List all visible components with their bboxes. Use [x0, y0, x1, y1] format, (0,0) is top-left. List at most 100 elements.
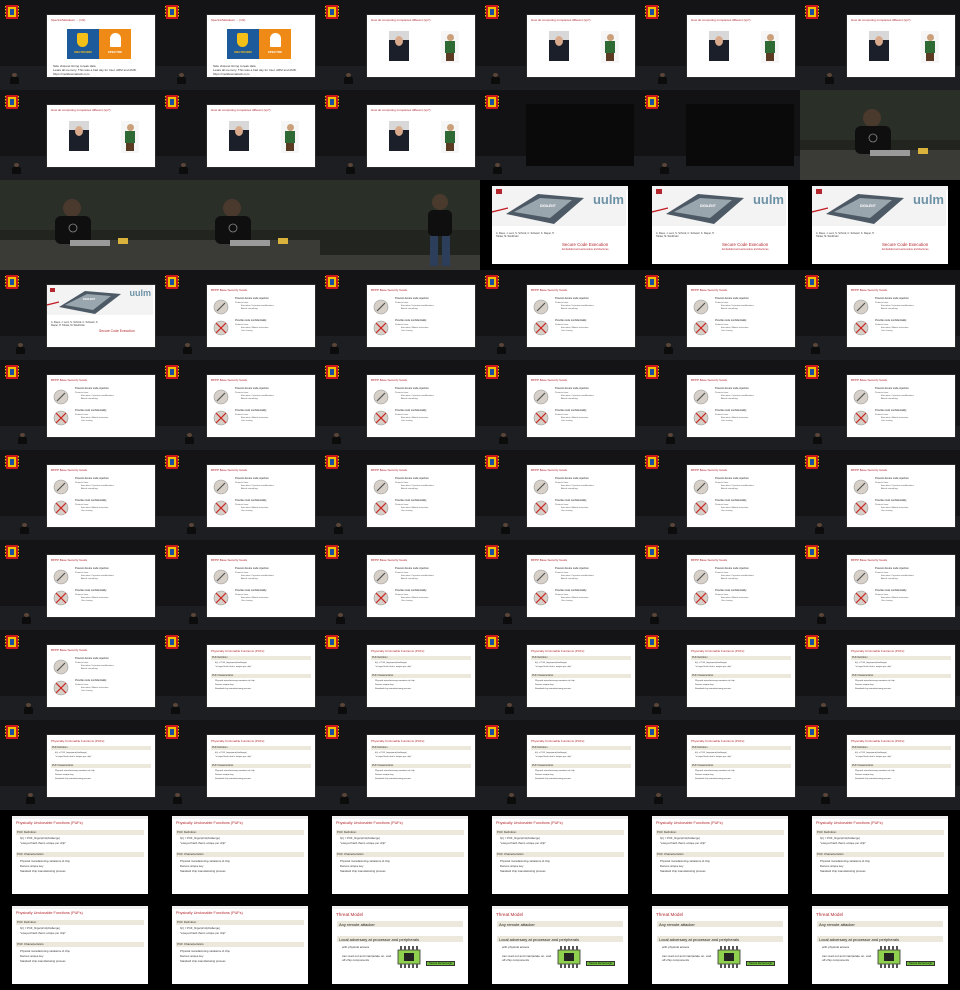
- thumbnail: Physically Unclonable Functions (PUFs) PU…: [160, 720, 320, 810]
- threat-bullet: with physical access: [342, 945, 370, 949]
- section-label: PUF Characteristics: [372, 674, 394, 677]
- section-label: PUF Definition: [372, 656, 388, 659]
- photo-face: [555, 36, 563, 46]
- goal-subpoint: Protects from:: [875, 392, 889, 394]
- section-header: PUF Definition: [816, 829, 944, 835]
- conference-logo-icon: [325, 275, 339, 289]
- puf-bullet: Physical manufacturing variations of chi…: [855, 770, 895, 772]
- section-label: PUF Definition: [532, 656, 548, 659]
- speaker-figure: [330, 343, 339, 354]
- thumbnail: How do computing companies different (sp…: [320, 0, 480, 90]
- conference-logo-icon: [485, 365, 499, 379]
- goal-subpoint: Execution / Injection modifications: [881, 395, 914, 397]
- speaker-body: [332, 437, 341, 444]
- speaker-body: [183, 347, 192, 354]
- goal-point-2: Provide code confidentiality: [235, 499, 267, 502]
- speaker-figure: [654, 793, 663, 804]
- projected-slide: BPPP Base Security Goals Prevent device c…: [46, 554, 156, 618]
- goal-subpoint: Attack something: [561, 578, 578, 580]
- goal-point-1: Prevent device code injection: [875, 387, 909, 390]
- goal-point-2: Provide code confidentiality: [235, 319, 267, 322]
- goal-point-2: Provide code confidentiality: [235, 409, 267, 412]
- goal-icons: [53, 479, 69, 516]
- speaker-body: [493, 167, 502, 174]
- goal-subpoint: Protects from:: [75, 482, 89, 484]
- section-header: PUF Characteristics: [656, 852, 784, 858]
- projected-slide: How do computing companies different (sp…: [526, 14, 636, 78]
- slide-title: Threat Model: [816, 912, 844, 917]
- slide-title: How do computing companies different (sp…: [531, 18, 591, 22]
- section-header: PUF Definition: [51, 746, 151, 750]
- section-header: PUF Definition: [336, 829, 464, 835]
- uulm-wordmark: uulm: [912, 192, 944, 207]
- goal-subpoint: Execution / Injection modifications: [241, 305, 274, 307]
- thumbnail: uulm DIGILENT A. Klaus, J. Lenz, S. Schmid…: [800, 180, 960, 270]
- goal-subpoint: Execution / Injection modifications: [401, 395, 434, 397]
- uulm-wordmark: uulm: [592, 192, 624, 207]
- photo-face: [875, 36, 883, 46]
- section-label: PUF Characteristics: [692, 674, 714, 677]
- projected-slide: BPPP Base Security Goals Prevent device c…: [46, 644, 156, 708]
- conference-logo-icon: [485, 455, 499, 469]
- goal-subpoint: Execution / Attack extraction: [881, 597, 909, 599]
- goal-subpoint: Execution / Injection modifications: [401, 305, 434, 307]
- goal-subpoint: Use cloning: [881, 600, 893, 602]
- thumbnail: Physically Unclonable Functions (PUFs) PU…: [0, 900, 160, 990]
- conference-logo-icon: [485, 5, 499, 19]
- section-label: PUF Characteristics: [212, 674, 234, 677]
- speaker-torso: [855, 126, 891, 154]
- goal-subpoint: Attack something: [561, 398, 578, 400]
- goal-subpoint: Protects from:: [235, 392, 249, 394]
- photo-face: [395, 36, 403, 46]
- goal-subpoint: Execution / Attack extraction: [721, 417, 749, 419]
- threat-bullet: can read out and manipulate on- and off-…: [502, 954, 552, 962]
- goal-point-1: Prevent device code injection: [395, 567, 429, 570]
- goal-subpoint: Protects from:: [715, 392, 729, 394]
- figurine-body: [445, 41, 455, 53]
- section-header: PUF Definition: [691, 746, 791, 750]
- puf-bullet: Physical manufacturing variations of chi…: [535, 770, 575, 772]
- speaker-body: [338, 707, 347, 714]
- conference-logo-icon: [645, 725, 659, 739]
- thumbnail: BPPP Base Security Goals Prevent device c…: [800, 360, 960, 450]
- speaker-figure: [507, 793, 516, 804]
- section-header: PUF Characteristics: [51, 764, 151, 768]
- section-label: PUF Characteristics: [372, 764, 394, 767]
- speaker-figure: [666, 433, 675, 444]
- goal-point-1: Prevent device code injection: [75, 477, 109, 480]
- goal-point-1: Prevent device code injection: [75, 567, 109, 570]
- speaker-figure: [10, 73, 19, 84]
- puf-bullet: "a keyed hash that is unique per chip": [215, 756, 252, 758]
- section-label: PUF Characteristics: [212, 764, 234, 767]
- goal-subpoint: Attack something: [721, 398, 738, 400]
- conference-logo-icon: [325, 5, 339, 19]
- goal-icons: [373, 389, 389, 426]
- goal-subpoint: Attack something: [881, 398, 898, 400]
- goal-subpoint: Protects from:: [395, 302, 409, 304]
- puf-bullet: "a keyed hash that is unique per chip": [375, 666, 412, 668]
- thumbnail: BPPP Base Security Goals Prevent device c…: [160, 450, 320, 540]
- slide-title: How do computing companies different (sp…: [51, 108, 111, 112]
- puf-bullet: "a keyed hash that is unique per chip": [375, 756, 412, 758]
- section-header: PUF Characteristics: [851, 764, 951, 768]
- goal-point-1: Prevent device code injection: [235, 477, 269, 480]
- uulm-wordmark: uulm: [129, 288, 152, 298]
- goal-subpoint: Attack something: [721, 488, 738, 490]
- thumbnail: uulm DIGILENT A. Klaus, J. Lenz, S. Schmid…: [0, 270, 160, 360]
- section-header: PUF Characteristics: [371, 764, 471, 768]
- section-header: PUF Characteristics: [176, 942, 304, 948]
- threat-bar: Any remote attacker: [337, 921, 463, 927]
- speaker-body: [817, 617, 826, 624]
- goal-subpoint: Attack something: [81, 668, 98, 670]
- threat-bar: Local adversary at processor and periphe…: [657, 936, 783, 942]
- speaker-figure: [652, 703, 661, 714]
- puf-bullet: Derives unique key: [855, 774, 874, 776]
- logo-panel: MELTDOWN SPECTRE: [227, 29, 291, 59]
- thumbnail: Physically Unclonable Functions (PUFs) PU…: [160, 810, 320, 900]
- laptop: [70, 240, 110, 246]
- goal-subpoint: Protects from:: [75, 504, 89, 506]
- slide-title: Physically Unclonable Functions (PUFs): [851, 739, 905, 743]
- goal-subpoint: Protects from:: [555, 594, 569, 596]
- section-label: PUF Definition: [692, 746, 708, 749]
- speaker-body: [344, 77, 353, 84]
